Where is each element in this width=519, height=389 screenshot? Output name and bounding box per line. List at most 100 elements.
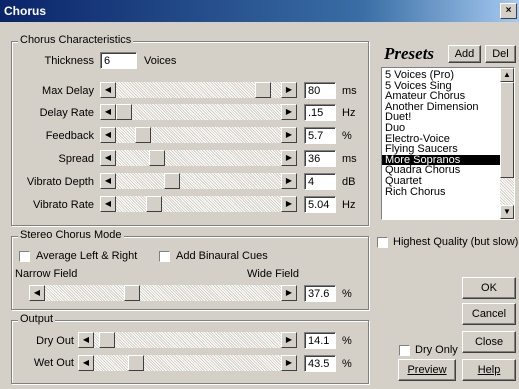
- wet-out-value[interactable]: 43.5: [304, 355, 336, 372]
- chorus-slider[interactable]: ◀ ▶: [100, 173, 297, 189]
- chorus-characteristics-legend: Chorus Characteristics: [18, 34, 134, 46]
- wide-field-label: Wide Field: [247, 268, 299, 280]
- delete-preset-button[interactable]: Del: [485, 45, 516, 63]
- slider-thumb[interactable]: [163, 173, 180, 189]
- preview-button[interactable]: Preview: [398, 359, 456, 381]
- cancel-button[interactable]: Cancel: [462, 303, 516, 325]
- highest-quality-checkbox[interactable]: [377, 237, 388, 248]
- slider-value[interactable]: 5.04: [304, 196, 336, 213]
- slider-right-arrow-icon[interactable]: ▶: [281, 196, 297, 212]
- narrow-field-label: Narrow Field: [15, 268, 78, 280]
- preset-item[interactable]: Quartet: [382, 176, 514, 187]
- chorus-slider[interactable]: ◀ ▶: [100, 196, 297, 212]
- help-button[interactable]: Help: [462, 359, 516, 381]
- slider-label: Delay Rate: [39, 107, 94, 119]
- slider-right-arrow-icon[interactable]: ▶: [281, 285, 297, 301]
- slider-value[interactable]: 80: [304, 82, 336, 99]
- chorus-slider[interactable]: ◀ ▶: [100, 127, 297, 143]
- slider-value[interactable]: .15: [304, 104, 336, 121]
- slider-right-arrow-icon[interactable]: ▶: [281, 127, 297, 143]
- slider-label: Feedback: [45, 130, 94, 142]
- slider-left-arrow-icon[interactable]: ◀: [29, 285, 45, 301]
- slider-right-arrow-icon[interactable]: ▶: [281, 332, 297, 348]
- stereo-width-unit: %: [342, 288, 352, 300]
- slider-thumb[interactable]: [148, 150, 165, 166]
- slider-label: Vibrato Depth: [26, 176, 94, 188]
- slider-thumb[interactable]: [145, 196, 162, 212]
- slider-right-arrow-icon[interactable]: ▶: [281, 355, 297, 371]
- scroll-down-icon[interactable]: ▼: [500, 205, 514, 219]
- dry-only-label: Dry Only: [415, 344, 458, 356]
- slider-label: Spread: [58, 153, 94, 165]
- ok-button[interactable]: OK: [462, 277, 516, 299]
- output-legend: Output: [18, 313, 56, 325]
- slider-left-arrow-icon[interactable]: ◀: [78, 332, 94, 348]
- presets-scrollbar[interactable]: ▲ ▼: [500, 68, 514, 219]
- title-bar: Chorus ×: [0, 0, 519, 22]
- stereo-chorus-mode-legend: Stereo Chorus Mode: [18, 229, 124, 241]
- chorus-slider[interactable]: ◀ ▶: [100, 82, 297, 98]
- slider-left-arrow-icon[interactable]: ◀: [100, 173, 116, 189]
- chorus-slider[interactable]: ◀ ▶: [100, 104, 297, 120]
- slider-thumb[interactable]: [135, 127, 152, 143]
- slider-left-arrow-icon[interactable]: ◀: [100, 150, 116, 166]
- scroll-up-icon[interactable]: ▲: [500, 68, 514, 82]
- dry-out-label: Dry Out: [36, 335, 74, 347]
- dry-only-checkbox[interactable]: [399, 345, 410, 356]
- thickness-input[interactable]: 6: [100, 52, 137, 69]
- highest-quality-label: Highest Quality (but slow): [393, 236, 519, 248]
- stereo-width-slider[interactable]: ◀ ▶: [29, 285, 297, 301]
- slider-unit: ms: [342, 153, 357, 165]
- slider-left-arrow-icon[interactable]: ◀: [100, 104, 116, 120]
- close-button[interactable]: Close: [462, 331, 516, 353]
- slider-label: Max Delay: [42, 85, 94, 97]
- slider-value[interactable]: 36: [304, 150, 336, 167]
- slider-unit: Hz: [342, 107, 356, 119]
- add-preset-button[interactable]: Add: [448, 45, 481, 63]
- add-binaural-cues-label: Add Binaural Cues: [176, 250, 268, 262]
- slider-thumb[interactable]: [254, 82, 271, 98]
- wet-out-unit: %: [342, 358, 352, 370]
- slider-unit: Hz: [342, 199, 356, 211]
- slider-thumb[interactable]: [128, 355, 145, 371]
- slider-label: Vibrato Rate: [33, 199, 94, 211]
- preset-item[interactable]: Duo: [382, 123, 514, 134]
- stereo-width-value[interactable]: 37.6: [304, 285, 336, 302]
- dry-out-slider[interactable]: ◀ ▶: [78, 332, 297, 348]
- presets-title: Presets: [384, 44, 435, 63]
- chorus-slider[interactable]: ◀ ▶: [100, 150, 297, 166]
- slider-thumb[interactable]: [124, 285, 141, 301]
- slider-left-arrow-icon[interactable]: ◀: [100, 82, 116, 98]
- scroll-thumb[interactable]: [500, 82, 514, 178]
- presets-list[interactable]: 5 Voices (Pro) 5 Voices Sing Amateur Choru…: [381, 67, 515, 220]
- slider-value[interactable]: 5.7: [304, 127, 336, 144]
- slider-right-arrow-icon[interactable]: ▶: [281, 173, 297, 189]
- thickness-label: Thickness: [44, 55, 94, 67]
- slider-left-arrow-icon[interactable]: ◀: [100, 127, 116, 143]
- wet-out-slider[interactable]: ◀ ▶: [78, 355, 297, 371]
- close-icon[interactable]: ×: [500, 3, 517, 19]
- slider-left-arrow-icon[interactable]: ◀: [78, 355, 94, 371]
- slider-unit: dB: [342, 176, 356, 188]
- slider-right-arrow-icon[interactable]: ▶: [281, 150, 297, 166]
- preset-item[interactable]: Rich Chorus: [382, 186, 514, 198]
- preset-item[interactable]: 5 Voices (Pro): [382, 70, 514, 81]
- preview-button-label: Preview: [407, 364, 447, 376]
- dry-out-unit: %: [342, 335, 352, 347]
- slider-right-arrow-icon[interactable]: ▶: [281, 104, 297, 120]
- help-button-label: Help: [477, 364, 501, 376]
- output-group: Output: [11, 313, 369, 384]
- slider-thumb[interactable]: [99, 332, 116, 348]
- wet-out-label: Wet Out: [33, 357, 74, 369]
- slider-unit: %: [342, 130, 352, 142]
- average-left-right-label: Average Left & Right: [36, 250, 138, 262]
- slider-unit: ms: [342, 85, 357, 97]
- slider-thumb[interactable]: [116, 104, 132, 120]
- add-binaural-cues-checkbox[interactable]: [159, 251, 170, 262]
- slider-left-arrow-icon[interactable]: ◀: [100, 196, 116, 212]
- voices-label: Voices: [144, 55, 177, 67]
- slider-value[interactable]: 4: [304, 173, 336, 190]
- dry-out-value[interactable]: 14.1: [304, 332, 336, 349]
- average-left-right-checkbox[interactable]: [19, 251, 30, 262]
- slider-right-arrow-icon[interactable]: ▶: [281, 82, 297, 98]
